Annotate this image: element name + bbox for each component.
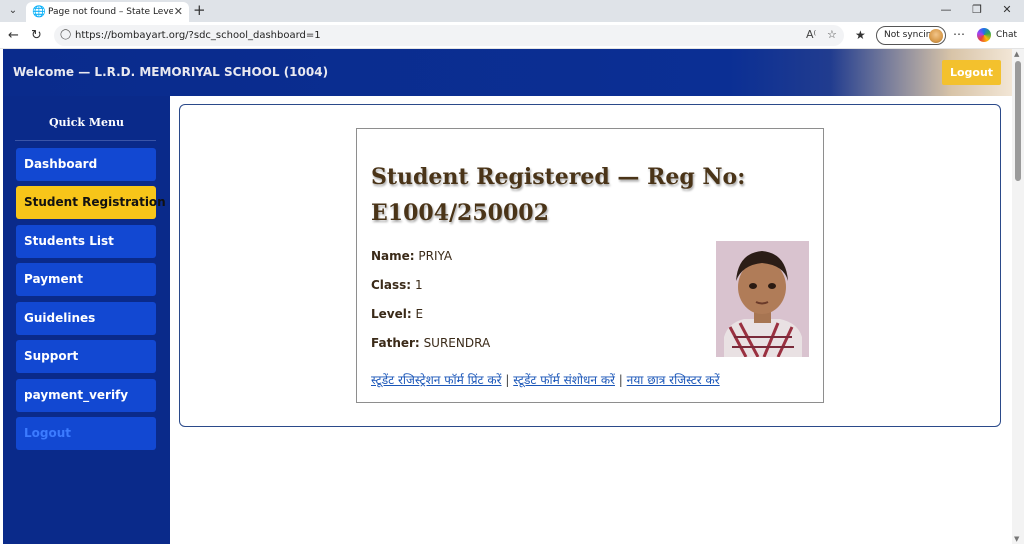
student-photo [716,241,809,357]
restore-icon[interactable]: ❐ [969,3,985,17]
copilot-icon [977,28,991,42]
edit-student-form-link[interactable]: स्टूडेंट फॉर्म संशोधन करें [513,373,615,387]
close-window-icon[interactable]: ✕ [999,3,1015,17]
browser-tab[interactable]: 🌐 Page not found – State Level Draw ✕ [26,2,189,22]
action-links: स्टूडेंट रजिस्ट्रेशन फॉर्म प्रिंट करें |… [371,371,720,389]
url-text[interactable]: https://bombayart.org/?sdc_school_dashbo… [75,29,321,42]
sidebar-title: Quick Menu [48,116,125,129]
browser-tab-bar: ⌄ 🌐 Page not found – State Level Draw ✕ … [0,0,1024,22]
level-label: Level: [371,307,412,321]
sidebar-item-dashboard[interactable]: Dashboard [16,148,156,181]
sidebar: Quick Menu Dashboard Student Registratio… [3,96,170,544]
student-name-field: Name: PRIYA [371,249,452,264]
sidebar-item-guidelines[interactable]: Guidelines [16,302,156,335]
favorites-icon[interactable]: ★ [855,28,866,43]
url-field[interactable]: ◯ https://bombayart.org/?sdc_school_dash… [54,25,844,46]
level-value: E [415,307,424,321]
name-value: PRIYA [418,249,453,263]
page-scrollbar[interactable]: ▲ ▼ [1012,49,1024,544]
name-label: Name: [371,249,415,263]
star-icon[interactable]: ☆ [827,28,837,42]
link-separator: | [505,373,510,387]
scroll-down-icon[interactable]: ▼ [1014,535,1019,543]
student-father-field: Father: SURENDRA [371,336,490,351]
browser-address-bar: ← ↻ ◯ https://bombayart.org/?sdc_school_… [0,22,1024,49]
tab-list-chevron-down-icon[interactable]: ⌄ [5,3,21,19]
new-tab-plus-icon[interactable]: + [193,1,206,19]
tab-title: Page not found – State Level Draw [48,7,173,17]
header-logout-button[interactable]: Logout [942,60,1001,85]
sidebar-item-student-registration[interactable]: Student Registration [16,186,166,219]
chat-label: Chat [996,30,1018,40]
student-photo-image [716,241,809,357]
profile-sync-button[interactable]: Not syncing [876,26,946,45]
student-level-field: Level: E [371,307,423,322]
read-aloud-icon[interactable]: A⁽ [806,28,816,42]
register-new-student-link[interactable]: नया छात्र रजिस्टर करें [627,373,720,387]
minimize-icon[interactable]: — [938,3,954,17]
page-viewport: Welcome — L.R.D. MEMORIYAL SCHOOL (1004)… [0,49,1024,544]
scrollbar-thumb[interactable] [1015,61,1021,181]
globe-icon: 🌐 [32,5,46,18]
link-separator: | [618,373,623,387]
avatar [929,29,943,43]
site-header: Welcome — L.R.D. MEMORIYAL SCHOOL (1004)… [3,49,1012,96]
sidebar-item-payment-verify[interactable]: payment_verify [16,379,156,412]
father-label: Father: [371,336,420,350]
student-class-field: Class: 1 [371,278,423,293]
more-icon[interactable]: ⋯ [953,27,965,41]
reload-icon[interactable]: ↻ [31,28,42,43]
back-arrow-icon[interactable]: ← [8,28,19,43]
welcome-text: Welcome — L.R.D. MEMORIYAL SCHOOL (1004) [13,65,329,79]
divider [15,140,156,141]
sidebar-item-students-list[interactable]: Students List [16,225,156,258]
sidebar-item-support[interactable]: Support [16,340,156,373]
class-label: Class: [371,278,412,292]
chat-button[interactable]: Chat [974,26,1018,45]
page-title: Student Registered — Reg No: E1004/25000… [371,164,746,226]
lock-icon[interactable]: ◯ [60,28,71,42]
sidebar-item-payment[interactable]: Payment [16,263,156,296]
class-value: 1 [414,278,423,292]
student-card: Student Registered — Reg No: E1004/25000… [356,128,824,403]
print-registration-form-link[interactable]: स्टूडेंट रजिस्ट्रेशन फॉर्म प्रिंट करें [371,373,502,387]
scroll-up-icon[interactable]: ▲ [1014,50,1019,58]
father-value: SURENDRA [423,336,491,350]
close-tab-icon[interactable]: ✕ [174,5,183,19]
sidebar-item-logout[interactable]: Logout [16,417,156,450]
